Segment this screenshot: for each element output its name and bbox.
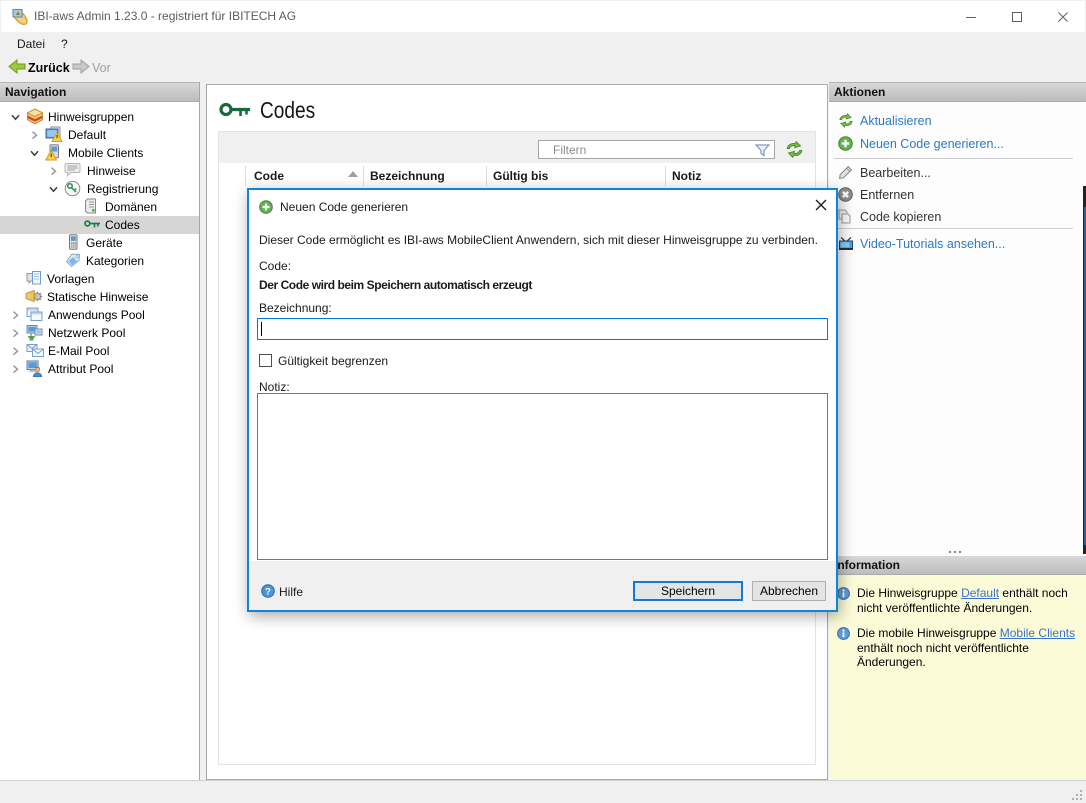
- svg-text:?: ?: [265, 587, 271, 598]
